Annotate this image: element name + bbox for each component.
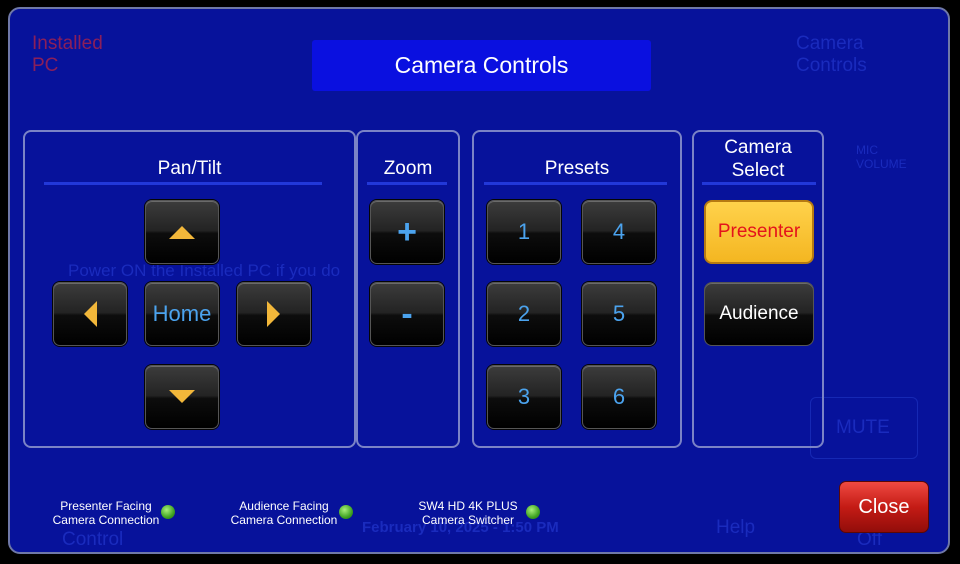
camera-select-divider [702, 182, 816, 185]
arrow-down-icon [169, 390, 195, 403]
audience-camera-button[interactable]: Audience [704, 282, 814, 346]
background-control: Control [62, 529, 124, 550]
audience-connection-led [339, 505, 353, 519]
audience-status-line2: Camera Connection [230, 513, 338, 527]
camera-select-panel: Camera Select Presenter Audience [692, 130, 824, 448]
switcher-connection-led [526, 505, 540, 519]
presenter-camera-button[interactable]: Presenter [704, 200, 814, 264]
zoom-in-label: + [397, 212, 417, 251]
switcher-connection-label: SW4 HD 4K PLUS Camera Switcher [408, 499, 528, 527]
presenter-status-line1: Presenter Facing [60, 499, 152, 513]
zoom-in-button[interactable]: + [370, 200, 444, 264]
presenter-connection-led [161, 505, 175, 519]
audience-status-line1: Audience Facing [239, 499, 329, 513]
presets-divider [484, 182, 667, 185]
tilt-up-button[interactable] [145, 200, 219, 264]
dialog-title: Camera Controls [312, 40, 651, 91]
preset-5-button[interactable]: 5 [582, 282, 656, 346]
zoom-out-label: - [401, 294, 413, 333]
presets-title: Presets [544, 158, 610, 179]
camera-select-title-line1: Camera [724, 137, 792, 158]
zoom-out-button[interactable]: - [370, 282, 444, 346]
camera-select-title-line2: Select [731, 160, 785, 181]
pan-left-button[interactable] [53, 282, 127, 346]
home-button[interactable]: Home [145, 282, 219, 346]
background-installed-pc: Installed PC [32, 33, 103, 76]
zoom-title: Zoom [383, 158, 433, 179]
pan-tilt-divider [44, 182, 322, 185]
camera-controls-dialog: Installed PC Camera Controls Power ON th… [8, 7, 950, 554]
presets-panel: Presets 1 2 3 4 5 6 [472, 130, 682, 448]
preset-3-button[interactable]: 3 [487, 365, 561, 429]
background-camera-controls: Camera Controls [796, 33, 867, 76]
switcher-status-line2: Camera Switcher [421, 513, 515, 527]
preset-1-button[interactable]: 1 [487, 200, 561, 264]
audience-connection-label: Audience Facing Camera Connection [222, 499, 346, 527]
background-mic-volume: MIC VOLUME [856, 143, 907, 171]
close-button[interactable]: Close [839, 481, 929, 533]
background-help: Help [716, 517, 756, 538]
preset-6-button[interactable]: 6 [582, 365, 656, 429]
pan-right-button[interactable] [237, 282, 311, 346]
presenter-status-line2: Camera Connection [52, 513, 160, 527]
preset-4-button[interactable]: 4 [582, 200, 656, 264]
zoom-divider [367, 182, 447, 185]
background-mute: MUTE [836, 417, 890, 438]
tilt-down-button[interactable] [145, 365, 219, 429]
presenter-connection-label: Presenter Facing Camera Connection [44, 499, 168, 527]
switcher-status-line1: SW4 HD 4K PLUS [418, 499, 518, 513]
arrow-right-icon [267, 301, 280, 327]
arrow-left-icon [84, 301, 97, 327]
pan-tilt-panel: Pan/Tilt Home [23, 130, 356, 448]
arrow-up-icon [169, 226, 195, 239]
pan-tilt-title: Pan/Tilt [157, 158, 222, 179]
preset-2-button[interactable]: 2 [487, 282, 561, 346]
zoom-panel: Zoom + - [356, 130, 460, 448]
